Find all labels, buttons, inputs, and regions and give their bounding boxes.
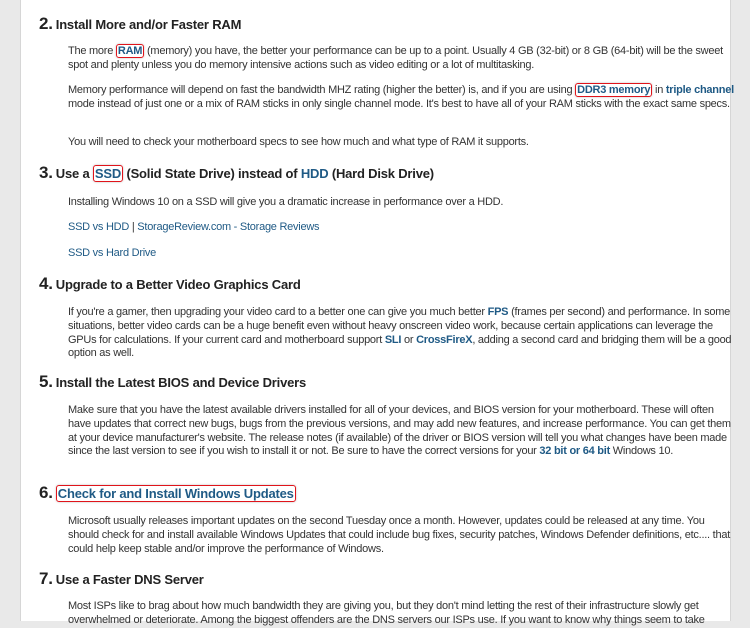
- step-number: 4.: [39, 274, 53, 293]
- paragraph: Microsoft usually releases important upd…: [68, 515, 731, 555]
- paragraph: The more RAM (memory) you have, the bett…: [68, 44, 736, 73]
- step-number: 2.: [39, 14, 53, 33]
- triple-channel-link[interactable]: triple channel: [666, 84, 734, 96]
- heading-text: Upgrade to a Better Video Graphics Card: [55, 277, 301, 292]
- heading-ssd: 3. Use a SSD (Solid State Drive) instead …: [39, 163, 434, 183]
- ssd-vs-hdd-link[interactable]: SSD vs HDD: [68, 221, 129, 233]
- step-number: 5.: [39, 372, 53, 391]
- heading-dns: 7. Use a Faster DNS Server: [39, 569, 204, 589]
- link-line: SSD vs HDD | StorageReview.com - Storage…: [68, 221, 736, 235]
- heading-bios-drivers: 5. Install the Latest BIOS and Device Dri…: [39, 372, 306, 392]
- heading-video-card: 4. Upgrade to a Better Video Graphics Car…: [39, 274, 301, 294]
- step-number: 3.: [39, 163, 53, 182]
- heading-text: (Solid State Drive) instead of: [123, 166, 301, 181]
- heading-text: Use a: [55, 166, 93, 181]
- text: (memory) you have, the better your perfo…: [68, 45, 723, 71]
- hdd-link[interactable]: HDD: [301, 166, 329, 181]
- sli-link[interactable]: SLI: [385, 334, 402, 346]
- ssd-vs-hard-drive-link[interactable]: SSD vs Hard Drive: [68, 247, 156, 259]
- paragraph: Make sure that you have the latest avail…: [68, 404, 736, 459]
- ssd-link[interactable]: SSD: [92, 165, 124, 182]
- step-number: 6.: [39, 483, 53, 502]
- ram-link[interactable]: RAM: [115, 44, 145, 58]
- crossfirex-link[interactable]: CrossFireX: [416, 334, 472, 346]
- paragraph: Installing Windows 10 on a SSD will give…: [68, 196, 504, 208]
- article-page: 2. Install More and/or Faster RAM The mor…: [20, 0, 734, 626]
- text: The more: [68, 45, 116, 57]
- paragraph: Most ISPs like to brag about how much ba…: [68, 600, 705, 626]
- heading-text: Use a Faster DNS Server: [55, 572, 204, 587]
- fps-link[interactable]: FPS: [488, 306, 509, 318]
- text: in: [652, 84, 666, 96]
- text: or: [401, 333, 417, 346]
- 32-or-64-bit-link[interactable]: 32 bit or 64 bit: [539, 445, 610, 457]
- heading-text: Install the Latest BIOS and Device Drive…: [55, 375, 307, 390]
- step-number: 7.: [39, 569, 53, 588]
- heading-text: (Hard Disk Drive): [328, 166, 434, 181]
- text: mode instead of just one or a mix of RAM…: [68, 97, 730, 110]
- heading-windows-updates: 6. Check for and Install Windows Updates: [39, 483, 296, 503]
- paragraph: If you're a gamer, then upgrading your v…: [68, 306, 736, 361]
- heading-ram: 2. Install More and/or Faster RAM: [39, 14, 241, 34]
- text: Windows 10.: [609, 445, 674, 458]
- paragraph: You will need to check your motherboard …: [68, 136, 529, 148]
- windows-updates-link[interactable]: Check for and Install Windows Updates: [55, 485, 296, 502]
- text: If you're a gamer, then upgrading your v…: [68, 306, 488, 318]
- ddr3-memory-link[interactable]: DDR3 memory: [575, 83, 653, 97]
- text: Memory performance will depend on fast t…: [68, 84, 576, 96]
- paragraph: Memory performance will depend on fast t…: [68, 83, 736, 112]
- storagereview-link[interactable]: StorageReview.com - Storage Reviews: [137, 221, 319, 233]
- link-line: SSD vs Hard Drive: [68, 247, 736, 261]
- heading-text: Install More and/or Faster RAM: [55, 17, 242, 32]
